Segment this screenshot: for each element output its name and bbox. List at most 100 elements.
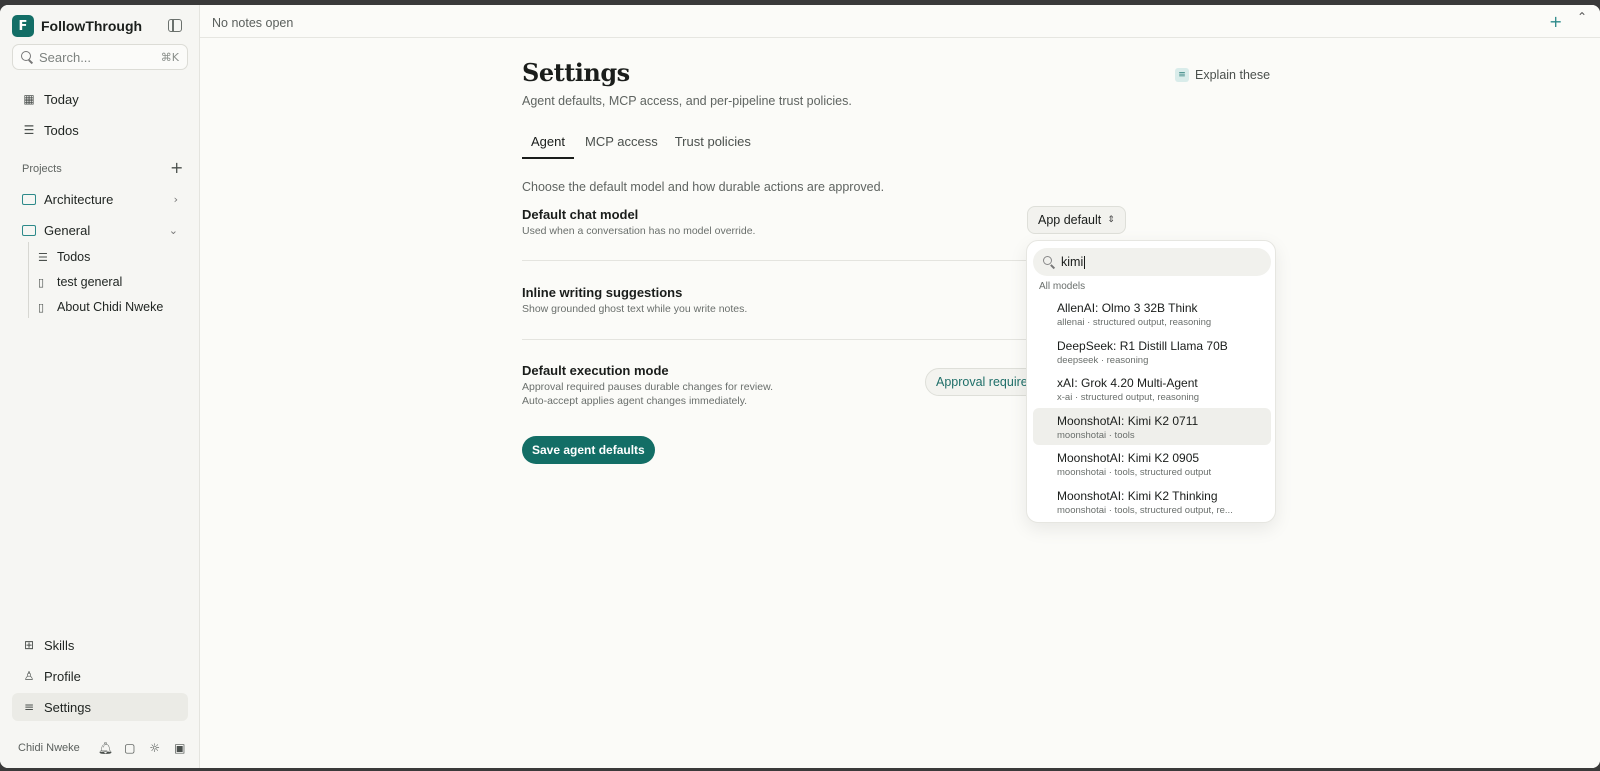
sidebar-item-todos[interactable]: ☰ Todos <box>12 116 188 144</box>
project-label: Architecture <box>44 191 114 207</box>
document-icon: ▯ <box>38 300 45 314</box>
main-panel: No notes open + ⌃ Settings Agent default… <box>200 5 1600 768</box>
model-search-value: kimi <box>1061 254 1086 270</box>
project-general[interactable]: General ⌄ <box>12 217 188 243</box>
chat-icon[interactable]: ▢ <box>123 741 137 755</box>
sliders-icon: ≡ <box>1175 68 1189 82</box>
app-logo-icon: F <box>12 15 34 37</box>
model-group-label: All models <box>1039 281 1086 292</box>
model-option[interactable]: DeepSeek: R1 Distill Llama 70B deepseek … <box>1033 333 1271 371</box>
model-option-meta: allenai · structured output, reasoning <box>1057 317 1212 328</box>
inline-suggestions-hint: Show grounded ghost text while you write… <box>522 303 748 315</box>
model-option-name: DeepSeek: R1 Distill Llama 70B <box>1057 338 1228 353</box>
model-search-input[interactable]: kimi <box>1033 248 1271 276</box>
model-option-name: MoonshotAI: Kimi K2 Thinking <box>1057 488 1218 503</box>
user-icon: ♙ <box>23 669 35 683</box>
project-label: General <box>44 222 91 238</box>
search-input[interactable]: Search... ⌘K <box>12 44 188 70</box>
sidebar-item-label: Today <box>44 91 79 107</box>
model-option[interactable]: MoonshotAI: Kimi K2 0905 moonshotai · to… <box>1033 445 1271 483</box>
execution-mode-hint-1: Approval required pauses durable changes… <box>522 381 773 393</box>
chevron-right-icon[interactable]: › <box>174 193 178 206</box>
sidebar-item-settings[interactable]: ≡ Settings <box>12 693 188 721</box>
open-notes-status: No notes open <box>212 16 294 30</box>
select-value: App default <box>1038 213 1102 227</box>
sidebar-item-label: Todos <box>44 122 79 138</box>
default-model-title: Default chat model <box>522 207 639 222</box>
checklist-icon: ☰ <box>38 250 48 264</box>
tab-agent[interactable]: Agent <box>522 130 574 159</box>
document-icon: ▯ <box>38 275 45 289</box>
sidebar-item-label: Settings <box>44 699 91 715</box>
general-item-about[interactable]: ▯ About Chidi Nweke <box>38 296 163 318</box>
sun-icon[interactable]: ☼ <box>148 741 162 755</box>
model-option-name: AllenAI: Olmo 3 32B Think <box>1057 301 1198 315</box>
brand[interactable]: F FollowThrough <box>12 15 142 37</box>
chevron-down-icon[interactable]: ⌄ <box>169 224 178 237</box>
add-project-icon[interactable]: + <box>170 158 183 177</box>
chevron-up-down-icon: ⇕ <box>1107 215 1115 225</box>
tree-item-label: Todos <box>57 250 91 264</box>
app-name: FollowThrough <box>41 18 143 34</box>
folder-icon <box>22 193 36 205</box>
sidebar-item-today[interactable]: ▦ Today <box>12 85 188 113</box>
calendar-icon: ▦ <box>23 92 35 106</box>
bell-icon[interactable]: 🔔︎ <box>98 741 113 755</box>
topbar: No notes open + ⌃ <box>200 5 1600 38</box>
sidebar: F FollowThrough Search... ⌘K ▦ Today ☰ T… <box>0 5 200 768</box>
model-option[interactable]: AllenAI: Olmo 3 32B Think allenai · stru… <box>1033 295 1271 333</box>
page-title: Settings <box>522 58 630 87</box>
execution-mode-title: Default execution mode <box>522 363 669 378</box>
sidebar-item-profile[interactable]: ♙ Profile <box>12 662 188 690</box>
sidebar-toggle-icon[interactable] <box>168 19 182 32</box>
model-option-meta: moonshotai · tools <box>1057 429 1135 441</box>
inline-suggestions-title: Inline writing suggestions <box>522 285 683 300</box>
explain-label: Explain these <box>1195 68 1271 82</box>
chevron-up-icon[interactable]: ⌃ <box>1577 10 1587 24</box>
search-placeholder: Search... <box>39 49 92 65</box>
model-option-meta: deepseek · reasoning <box>1057 354 1149 366</box>
model-option[interactable]: xAI: Grok 4.20 Multi-Agent x-ai · struct… <box>1033 370 1271 408</box>
divider <box>522 260 1037 261</box>
model-option-name: MoonshotAI: Kimi K2 0905 <box>1057 451 1200 465</box>
general-item-test-general[interactable]: ▯ test general <box>38 271 122 293</box>
model-dropdown: kimi All models AllenAI: Olmo 3 32B Thin… <box>1026 240 1276 523</box>
divider <box>522 339 1037 340</box>
page-subtitle: Agent defaults, MCP access, and per-pipe… <box>522 94 852 108</box>
search-shortcut: ⌘K <box>160 50 179 64</box>
projects-heading: Projects <box>22 163 62 175</box>
model-option-meta: moonshotai · tools, structured output, r… <box>1057 504 1233 516</box>
sidebar-item-label: Profile <box>44 668 81 684</box>
grid-icon: ⊞ <box>23 638 35 652</box>
explain-button[interactable]: ≡ Explain these <box>1175 68 1270 82</box>
tree-item-label: test general <box>57 275 123 289</box>
save-agent-defaults-button[interactable]: Save agent defaults <box>522 436 655 464</box>
new-note-icon[interactable]: + <box>1549 12 1562 31</box>
execution-mode-hint-2: Auto-accept applies agent changes immedi… <box>522 395 748 407</box>
search-icon <box>21 51 33 63</box>
tab-mcp-access[interactable]: MCP access <box>579 130 664 159</box>
model-list: AllenAI: Olmo 3 32B Think allenai · stru… <box>1033 295 1271 520</box>
default-model-select[interactable]: App default ⇕ <box>1027 206 1126 234</box>
checklist-icon: ☰ <box>23 123 35 137</box>
default-model-hint: Used when a conversation has no model ov… <box>522 225 756 237</box>
search-icon <box>1043 256 1055 268</box>
model-option-name: xAI: Grok 4.20 Multi-Agent <box>1057 376 1198 390</box>
general-item-todos[interactable]: ☰ Todos <box>38 246 90 268</box>
feedback-icon[interactable]: ▣ <box>173 741 187 755</box>
settings-tabs: Agent MCP access Trust policies <box>522 130 762 159</box>
folder-icon <box>22 224 36 236</box>
user-name[interactable]: Chidi Nweke <box>18 742 80 754</box>
model-option-highlighted[interactable]: MoonshotAI: Kimi K2 0711 moonshotai · to… <box>1033 407 1271 445</box>
project-architecture[interactable]: Architecture › <box>12 186 188 212</box>
sliders-icon: ≡ <box>23 700 35 714</box>
agent-description: Choose the default model and how durable… <box>522 180 885 194</box>
model-option[interactable]: MoonshotAI: Kimi K2 Thinking moonshotai … <box>1033 483 1271 521</box>
tab-trust-policies[interactable]: Trust policies <box>669 130 757 159</box>
model-option-name: MoonshotAI: Kimi K2 0711 <box>1057 413 1199 428</box>
app-window: F FollowThrough Search... ⌘K ▦ Today ☰ T… <box>0 5 1600 768</box>
sidebar-item-label: Skills <box>44 637 75 653</box>
tree-item-label: About Chidi Nweke <box>57 300 164 314</box>
tree-line <box>28 242 29 318</box>
sidebar-item-skills[interactable]: ⊞ Skills <box>12 631 188 659</box>
